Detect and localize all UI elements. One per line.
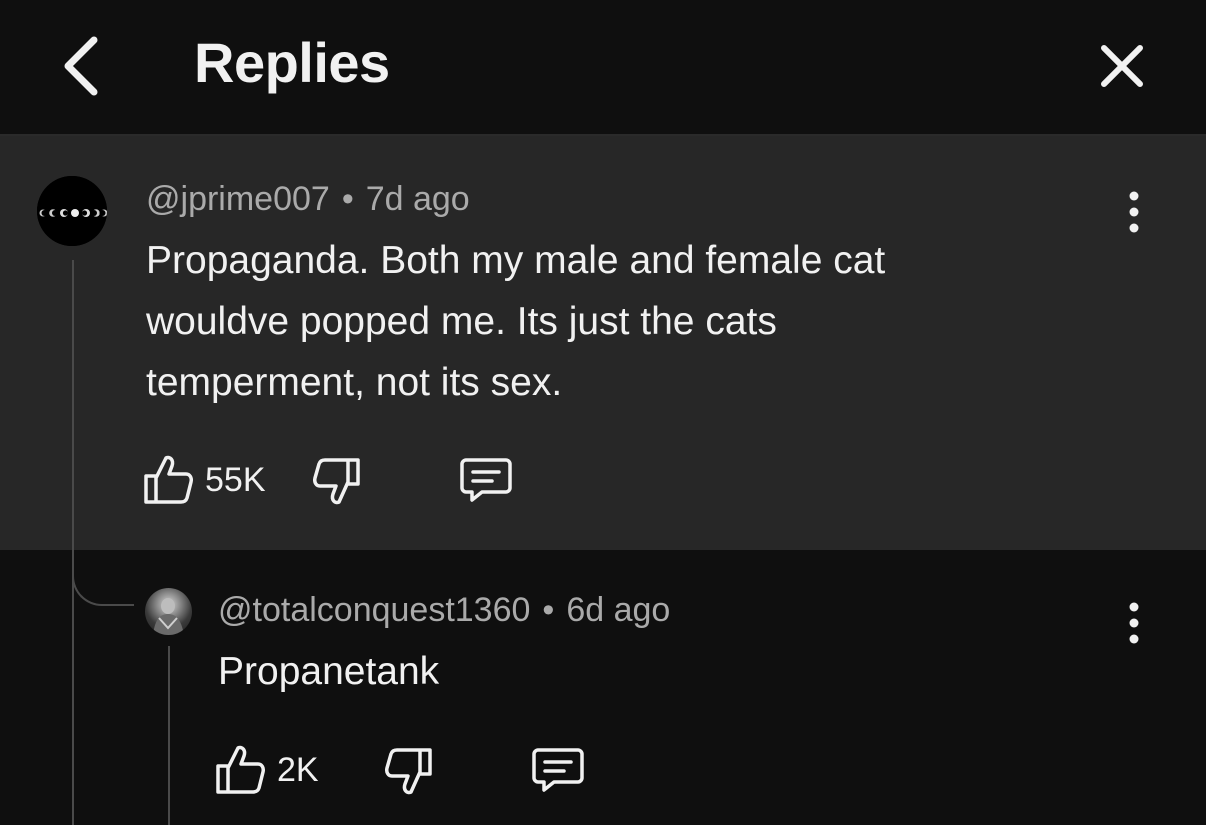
more-vertical-icon: [1129, 191, 1139, 233]
comment-text-line: wouldve popped me. Its just the cats: [146, 300, 777, 343]
comment-text-line: temperment, not its sex.: [146, 361, 563, 404]
reply-meta: @totalconquest1360 • 6d ago: [218, 591, 670, 630]
warrior-avatar-image: [153, 598, 184, 635]
dislike-button[interactable]: [384, 746, 434, 803]
back-button[interactable]: [56, 30, 112, 100]
avatar[interactable]: [37, 176, 107, 246]
reply-comment-icon: [532, 748, 584, 792]
thread-line: [168, 646, 170, 825]
comment-more-button[interactable]: [1114, 182, 1154, 242]
thread-connector: [72, 560, 134, 606]
reply-username[interactable]: @totalconquest1360: [218, 591, 530, 629]
comment-text-line: Propaganda. Both my male and female cat: [146, 239, 886, 282]
avatar[interactable]: [145, 588, 192, 635]
thumb-down-icon: [385, 748, 432, 795]
close-icon: [1101, 45, 1143, 87]
page-title: Replies: [194, 31, 390, 94]
thumb-up-icon: [144, 455, 193, 504]
more-vertical-icon: [1129, 602, 1139, 644]
like-button[interactable]: [214, 742, 266, 801]
reply-timestamp: 6d ago: [566, 591, 671, 629]
reply-comment-icon: [460, 458, 512, 502]
comment-meta: @jprime007 • 7d ago: [146, 180, 470, 219]
reply-more-button[interactable]: [1114, 593, 1154, 653]
comment-timestamp: 7d ago: [365, 180, 470, 218]
comment-username[interactable]: @jprime007: [146, 180, 330, 218]
comment-text: Propaganda. Both my male and female cat …: [146, 230, 885, 413]
reply-button[interactable]: [530, 744, 586, 801]
close-button[interactable]: [1094, 38, 1150, 94]
dislike-button[interactable]: [312, 456, 362, 513]
like-button[interactable]: [142, 452, 194, 511]
thumb-down-icon: [313, 458, 360, 505]
moon-phases-avatar-image: [37, 176, 107, 246]
like-count: 2K: [277, 751, 319, 789]
thumb-up-icon: [216, 745, 265, 794]
meta-separator: •: [542, 591, 555, 629]
like-count: 55K: [205, 461, 266, 499]
meta-separator: •: [341, 180, 354, 218]
thread-line: [72, 260, 74, 825]
reply-text: Propanetank: [218, 650, 440, 693]
back-chevron-icon: [64, 36, 98, 96]
reply-button[interactable]: [458, 454, 514, 511]
header: Replies: [0, 0, 1206, 136]
